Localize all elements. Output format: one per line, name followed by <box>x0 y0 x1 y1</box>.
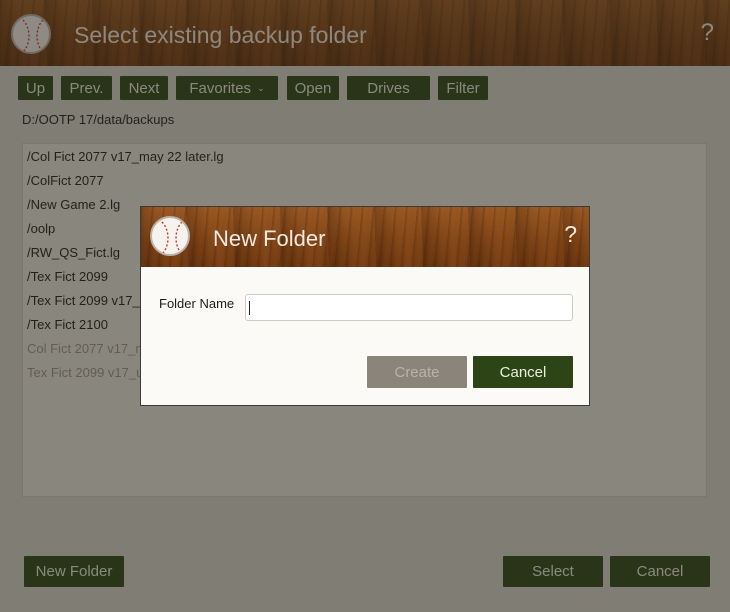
help-icon[interactable]: ? <box>564 221 577 248</box>
text-caret <box>249 301 250 315</box>
dialog-title-bar: New Folder ? <box>141 207 589 267</box>
folder-name-input[interactable] <box>245 294 573 321</box>
create-button[interactable]: Create <box>367 356 467 388</box>
dialog-cancel-button[interactable]: Cancel <box>473 356 573 388</box>
new-folder-dialog: New Folder ? Folder Name Create Cancel <box>140 206 590 406</box>
baseball-logo-icon <box>150 216 190 256</box>
folder-name-label: Folder Name <box>159 296 235 311</box>
dialog-title: New Folder <box>213 226 326 251</box>
